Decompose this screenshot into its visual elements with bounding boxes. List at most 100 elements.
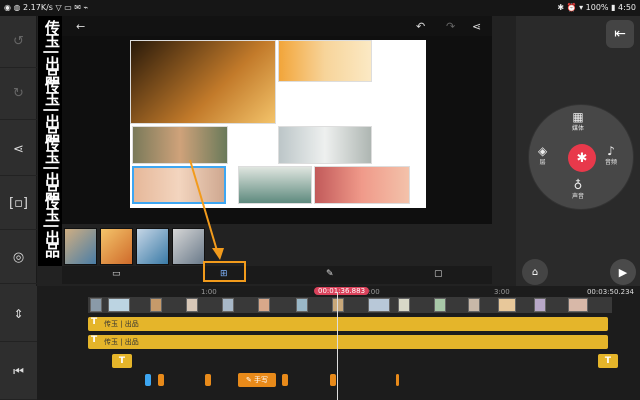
radial-menu: ▦ 媒体 ◈ 层 ♪ 音频 ♁ 声音 ✱ — [528, 104, 634, 210]
clip[interactable] — [222, 298, 234, 312]
media-label: 媒体 — [572, 125, 585, 132]
media-tab-icon[interactable]: ▭ — [112, 269, 121, 279]
sticker-marker[interactable] — [205, 374, 211, 386]
clip[interactable] — [90, 298, 102, 312]
photo-woman-yellow[interactable] — [132, 126, 228, 164]
clip[interactable] — [468, 298, 480, 312]
share-icon[interactable]: ⋖ — [472, 20, 481, 33]
net-speed: 2.17K/s — [23, 3, 53, 12]
status-right-icons: ✱ ⏰ ▾ — [557, 3, 586, 12]
left-toolbar: ↺ ↻ ⋖ [▫] ◎ — [0, 16, 37, 286]
clip[interactable] — [498, 298, 516, 312]
redo-icon[interactable]: ↻ — [0, 68, 37, 120]
handwriting-label: 手写 — [254, 376, 269, 384]
photo-collage[interactable] — [130, 40, 426, 208]
undo-icon[interactable]: ↺ — [0, 16, 37, 68]
layers-icon: ◈ — [538, 144, 548, 158]
exit-icon[interactable]: ⇤ — [606, 20, 634, 48]
clip[interactable] — [434, 298, 446, 312]
status-icons: ◉ ◍ — [4, 3, 24, 12]
watermark-text: 传玉 | 出品 — [43, 78, 61, 140]
text-clip-badge[interactable]: T — [598, 354, 618, 368]
mode-tab-bar: ▭ ⊞ ✎ ▢ — [62, 266, 492, 284]
text-layer-label: 传玉 | 出品 — [104, 338, 139, 346]
photo-beach[interactable] — [238, 166, 312, 204]
clip[interactable] — [108, 298, 130, 312]
ruler-mark: 1:00 — [201, 288, 217, 296]
audio-button[interactable]: ♪ 音频 — [605, 145, 617, 166]
photo-silhouette[interactable] — [314, 166, 410, 204]
watermark-strip: 传玉 | 出品 传玉 | 出品 传玉 | 出品 传玉 | 出品 — [38, 16, 62, 266]
handwriting-layer[interactable]: ✎ 手写 — [238, 373, 276, 387]
fit-screen-icon[interactable]: [▫] — [0, 178, 37, 230]
clip[interactable] — [368, 298, 390, 312]
clip[interactable] — [258, 298, 270, 312]
video-clip-track[interactable] — [88, 297, 612, 313]
status-bar: ◉ ◍ 2.17K/s ▽ ▭ ✉ ⌁ ✱ ⏰ ▾ 100% ▮ 4:50 — [0, 0, 640, 16]
draw-tab-icon[interactable]: ✎ — [326, 269, 334, 279]
clip[interactable] — [186, 298, 198, 312]
clip[interactable] — [568, 298, 588, 312]
clip[interactable] — [398, 298, 410, 312]
voice-label: 声音 — [572, 193, 585, 200]
clip[interactable] — [150, 298, 162, 312]
clock: 4:50 — [618, 3, 636, 12]
photo-woman-sun[interactable] — [278, 40, 372, 82]
text-type-icon: T — [91, 317, 98, 327]
audio-label: 音频 — [605, 159, 618, 166]
record-button[interactable]: ✱ — [568, 144, 596, 172]
play-icon[interactable]: ▶ — [610, 259, 636, 285]
photo-selected-portrait[interactable] — [132, 166, 226, 204]
clip[interactable] — [534, 298, 546, 312]
editor-panel: ← ↶ ↷ ⋖ — [62, 16, 492, 268]
adjust-tracks-icon[interactable]: ⇕ — [0, 286, 37, 342]
microphone-icon: ♁ — [573, 178, 583, 192]
layout-thumb[interactable] — [64, 228, 97, 265]
settings-icon[interactable]: ◎ — [0, 232, 37, 284]
battery-level: 100% — [585, 3, 609, 12]
layout-templates — [62, 224, 492, 268]
share-icon[interactable]: ⋖ — [0, 124, 37, 176]
highlight-box — [203, 261, 246, 282]
redo-icon[interactable]: ↷ — [446, 20, 455, 33]
layer-button[interactable]: ◈ 层 — [538, 145, 547, 166]
right-panel: ⇤ ▦ 媒体 ◈ 层 ♪ 音频 ♁ 声音 ✱ ⌂ ▶ — [516, 16, 640, 286]
clip[interactable] — [296, 298, 308, 312]
layer-label: 层 — [539, 159, 546, 166]
layout-thumb[interactable] — [136, 228, 169, 265]
playhead[interactable] — [337, 292, 338, 400]
voice-button[interactable]: ♁ 声音 — [572, 179, 584, 200]
store-icon[interactable]: ⌂ — [522, 259, 548, 285]
sticker-marker[interactable] — [145, 374, 151, 386]
text-type-icon: T — [91, 335, 98, 345]
media-icon: ▦ — [572, 110, 584, 124]
undo-icon[interactable]: ↶ — [416, 20, 425, 33]
text-layer-label: 传玉 | 出品 — [104, 320, 139, 328]
sticker-marker[interactable] — [158, 374, 164, 386]
text-clip-badge[interactable]: T — [112, 354, 132, 368]
photo-woman-hair[interactable] — [130, 40, 276, 124]
sticker-marker[interactable] — [330, 374, 336, 386]
video-editor-screen: ◉ ◍ 2.17K/s ▽ ▭ ✉ ⌁ ✱ ⏰ ▾ 100% ▮ 4:50 ↺ … — [0, 0, 640, 400]
ruler-mark: 3:00 — [494, 288, 510, 296]
sticker-marker[interactable] — [396, 374, 399, 386]
layout-thumb[interactable] — [100, 228, 133, 265]
text-layer-track[interactable]: T 传玉 | 出品 — [88, 335, 608, 349]
music-icon: ♪ — [607, 144, 615, 158]
current-time: 00:01:36.883 — [314, 287, 370, 295]
media-button[interactable]: ▦ 媒体 — [572, 111, 584, 132]
end-time: 00:03:50.234 — [586, 288, 634, 296]
sticker-marker[interactable] — [282, 374, 288, 386]
timeline-panel: ⇕ ⏮ 1:00 2:00 3:00 00:01:36.883 00:03:50… — [0, 286, 640, 400]
watermark-text: 传玉 | 出品 — [43, 136, 61, 198]
layout-thumb[interactable] — [172, 228, 205, 265]
back-arrow-icon[interactable]: ← — [76, 20, 85, 33]
watermark-text: 传玉 | 出品 — [43, 194, 61, 256]
brush-icon: ✎ — [245, 376, 255, 384]
text-layer-track[interactable]: T 传玉 | 出品 — [88, 317, 608, 331]
jump-to-start-icon[interactable]: ⏮ — [0, 344, 37, 400]
watermark-text: 传玉 | 出品 — [43, 20, 61, 82]
crop-tab-icon[interactable]: ▢ — [434, 269, 443, 279]
clip[interactable] — [332, 298, 344, 312]
photo-wedding[interactable] — [278, 126, 372, 164]
